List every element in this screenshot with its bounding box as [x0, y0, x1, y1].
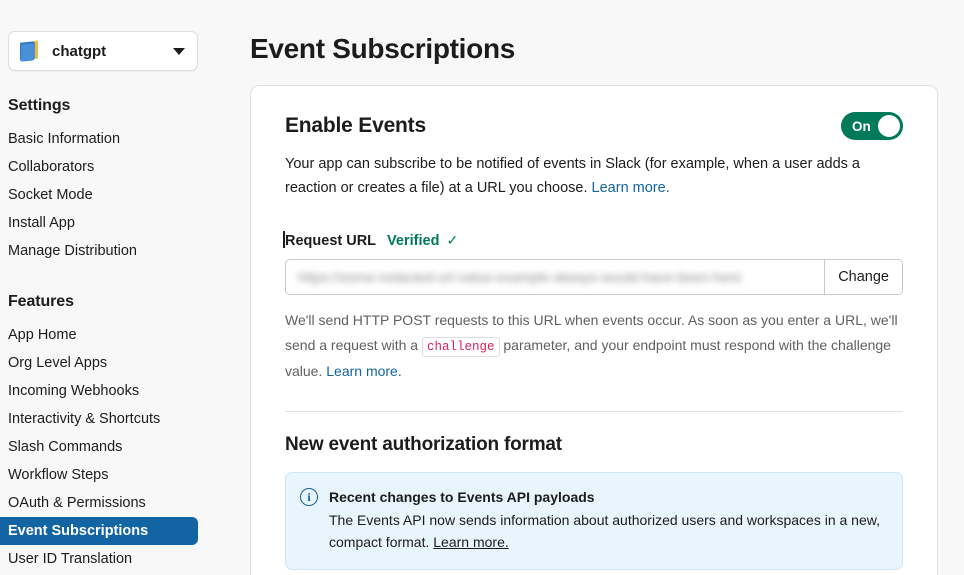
- app-root: chatgpt Settings Basic Information Colla…: [0, 0, 964, 575]
- info-icon: i: [300, 487, 318, 506]
- chevron-down-icon[interactable]: [173, 47, 185, 55]
- sidebar-heading-settings: Settings: [8, 97, 71, 114]
- sidebar-item-label: User ID Translation: [8, 551, 133, 567]
- sidebar-item-event-subscriptions[interactable]: Event Subscriptions: [0, 517, 198, 545]
- sidebar-item-incoming-webhooks[interactable]: Incoming Webhooks: [0, 377, 210, 405]
- sidebar-item-manage-distribution[interactable]: Manage Distribution: [0, 237, 210, 265]
- sidebar-item-app-home[interactable]: App Home: [0, 321, 210, 349]
- change-button[interactable]: Change: [824, 260, 902, 294]
- sidebar-item-slash-commands[interactable]: Slash Commands: [0, 433, 210, 461]
- request-url-value[interactable]: https://some-redacted-url-value-example-…: [286, 260, 824, 294]
- main-content: Event Subscriptions Enable Events On You…: [210, 0, 964, 575]
- enable-events-header: Enable Events On: [285, 112, 903, 140]
- page-title: Event Subscriptions: [250, 33, 516, 64]
- book-icon: [19, 40, 41, 62]
- enable-events-description-text: Your app can subscribe to be notified of…: [285, 156, 860, 196]
- workspace-selector[interactable]: chatgpt: [8, 31, 198, 71]
- sidebar: chatgpt Settings Basic Information Colla…: [0, 0, 210, 575]
- request-url-label: Request URL: [285, 233, 377, 249]
- text-cursor: [283, 231, 285, 248]
- callout-content: Recent changes to Events API payloads Th…: [329, 487, 886, 554]
- sidebar-item-label: Interactivity & Shortcuts: [8, 411, 161, 427]
- callout-body-text: The Events API now sends information abo…: [329, 511, 880, 551]
- sidebar-item-user-id-translation[interactable]: User ID Translation: [0, 545, 210, 573]
- request-url-label-row: Request URL Verified ✓: [283, 231, 903, 249]
- sidebar-item-install-app[interactable]: Install App: [0, 209, 210, 237]
- sidebar-item-label: Org Level Apps: [8, 355, 108, 371]
- enable-events-description: Your app can subscribe to be notified of…: [285, 152, 903, 200]
- sidebar-item-label: Install App: [8, 215, 75, 231]
- callout-learn-more-link[interactable]: Learn more.: [433, 534, 508, 550]
- section-divider: [285, 410, 903, 412]
- sidebar-item-oauth-permissions[interactable]: OAuth & Permissions: [0, 489, 210, 517]
- sidebar-item-label: Socket Mode: [8, 187, 93, 203]
- sidebar-item-label: Manage Distribution: [8, 243, 137, 259]
- challenge-code-token: challenge: [421, 336, 500, 357]
- sidebar-item-label: Basic Information: [8, 131, 121, 147]
- sidebar-item-collaborators[interactable]: Collaborators: [0, 153, 210, 181]
- sidebar-item-workflow-steps[interactable]: Workflow Steps: [0, 461, 210, 489]
- sidebar-item-org-level-apps[interactable]: Org Level Apps: [0, 349, 210, 377]
- info-callout: i Recent changes to Events API payloads …: [285, 471, 903, 570]
- verified-status: Verified: [387, 233, 440, 249]
- toggle-knob: [878, 115, 900, 137]
- new-format-title: New event authorization format: [285, 433, 562, 455]
- request-url-learn-more-link[interactable]: Learn more.: [326, 363, 401, 379]
- sidebar-item-label: App Home: [8, 327, 77, 343]
- callout-title: Recent changes to Events API payloads: [329, 488, 595, 505]
- sidebar-item-basic-information[interactable]: Basic Information: [0, 125, 210, 153]
- sidebar-item-label: Collaborators: [8, 159, 95, 175]
- enable-events-toggle[interactable]: On: [841, 112, 903, 140]
- request-url-field[interactable]: https://some-redacted-url-value-example-…: [285, 259, 903, 295]
- sidebar-heading-features: Features: [8, 293, 74, 310]
- sidebar-item-label: Event Subscriptions: [8, 523, 149, 539]
- sidebar-item-label: Workflow Steps: [8, 467, 109, 483]
- sidebar-item-socket-mode[interactable]: Socket Mode: [0, 181, 210, 209]
- callout-body: The Events API now sends information abo…: [329, 509, 886, 554]
- sidebar-item-interactivity-shortcuts[interactable]: Interactivity & Shortcuts: [0, 405, 210, 433]
- toggle-state-label: On: [852, 118, 871, 134]
- enable-events-title: Enable Events: [285, 114, 426, 137]
- settings-card: Enable Events On Your app can subscribe …: [250, 85, 938, 575]
- request-url-helper-text: We'll send HTTP POST requests to this UR…: [285, 308, 903, 384]
- check-icon: ✓: [446, 232, 459, 248]
- sidebar-item-label: Slash Commands: [8, 439, 123, 455]
- sidebar-item-label: OAuth & Permissions: [8, 495, 146, 511]
- sidebar-item-label: Incoming Webhooks: [8, 383, 140, 399]
- enable-events-learn-more-link[interactable]: Learn more.: [592, 180, 670, 196]
- workspace-name: chatgpt: [52, 42, 107, 60]
